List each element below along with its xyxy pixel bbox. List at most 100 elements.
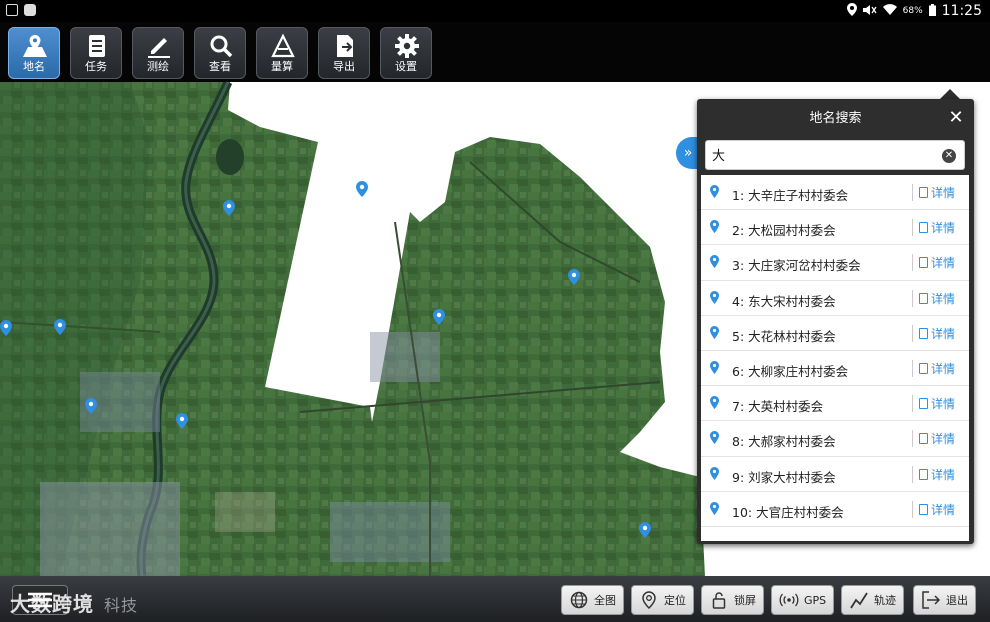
map-pin-icon[interactable] xyxy=(85,398,97,414)
search-input[interactable] xyxy=(710,146,934,163)
toolbar-place-name-button[interactable]: 地名 xyxy=(8,27,60,79)
wifi-icon xyxy=(882,4,897,18)
result-row[interactable]: 3: 大庄家河岔村村委会 详情 xyxy=(701,245,969,281)
location-pin-icon xyxy=(639,590,659,610)
detail-link[interactable]: 详情 xyxy=(919,430,955,447)
pin-icon xyxy=(710,290,719,304)
toolbar-view-button[interactable]: 查看 xyxy=(194,27,246,79)
document-icon xyxy=(919,187,928,198)
map-pin-icon[interactable] xyxy=(639,522,651,538)
result-row[interactable]: 5: 大花林村村委会 详情 xyxy=(701,316,969,351)
detail-label: 详情 xyxy=(931,221,956,236)
result-row[interactable]: 4: 东大宋村村委会 详情 xyxy=(701,281,969,316)
document-icon xyxy=(919,468,928,480)
track-icon xyxy=(849,590,869,610)
lock-screen-button[interactable]: 锁屏 xyxy=(701,585,764,615)
task-list-icon xyxy=(89,35,105,57)
toolbar-survey-button[interactable]: 测绘 xyxy=(132,27,184,79)
result-row[interactable]: 1: 大辛庄子村村委会 详情 xyxy=(701,175,969,211)
result-row[interactable]: 2: 大松园村村委会 详情 xyxy=(701,210,969,246)
divider xyxy=(912,395,913,413)
divider xyxy=(912,359,913,377)
result-row[interactable]: 9: 刘家大村村委会 详情 xyxy=(701,457,969,492)
toolbar-label: 查看 xyxy=(209,60,231,73)
result-name: 6: 大柳家庄村村委会 xyxy=(732,363,849,379)
toolbar-measure-button[interactable]: 量算 xyxy=(256,27,308,79)
detail-label: 详情 xyxy=(931,467,956,482)
pin-icon xyxy=(710,325,719,339)
map-app-icon xyxy=(24,4,36,16)
toolbar-export-button[interactable]: 导出 xyxy=(318,27,370,79)
toolbar-label: 测绘 xyxy=(147,60,169,73)
detail-link[interactable]: 详情 xyxy=(919,219,955,236)
exit-icon xyxy=(921,590,941,610)
result-name: 9: 刘家大村村委会 xyxy=(732,469,836,485)
toolbar-label: 导出 xyxy=(333,60,355,73)
pin-icon xyxy=(710,360,719,374)
bottom-bar: 全图 定位 锁屏 GPS 轨迹 退出 xyxy=(0,576,990,622)
map-pin-icon[interactable] xyxy=(433,309,445,325)
gps-signal-icon xyxy=(779,590,799,610)
map-pin-icon[interactable] xyxy=(356,181,368,197)
detail-link[interactable]: 详情 xyxy=(919,290,955,307)
result-name: 4: 东大宋村村委会 xyxy=(732,293,836,309)
toolbar-task-button[interactable]: 任务 xyxy=(70,27,122,79)
toolbar-label: 地名 xyxy=(23,60,45,73)
detail-link[interactable]: 详情 xyxy=(919,325,955,342)
result-name: 2: 大松园村村委会 xyxy=(732,223,836,239)
exit-button[interactable]: 退出 xyxy=(913,585,976,615)
toolbar-label: 设置 xyxy=(395,60,417,73)
map-pin-icon[interactable] xyxy=(54,319,66,335)
document-icon xyxy=(919,292,928,304)
close-icon[interactable]: ✕ xyxy=(948,109,964,127)
detail-link[interactable]: 详情 xyxy=(919,395,955,412)
clear-icon[interactable]: ✕ xyxy=(942,149,956,163)
divider xyxy=(912,500,913,518)
locate-button[interactable]: 定位 xyxy=(631,585,694,615)
watermark-tail: 科技 xyxy=(104,596,139,615)
map-pin-icon[interactable] xyxy=(0,320,12,336)
pin-icon xyxy=(710,431,719,445)
track-button[interactable]: 轨迹 xyxy=(841,585,904,615)
search-icon xyxy=(210,35,233,58)
result-name: 8: 大郝家村村委会 xyxy=(732,434,836,450)
detail-link[interactable]: 详情 xyxy=(919,360,955,377)
result-row[interactable]: 10: 大官庄村村委会 详情 xyxy=(701,492,969,527)
location-status-icon xyxy=(846,3,857,19)
divider xyxy=(912,254,913,272)
result-name: 5: 大花林村村委会 xyxy=(732,328,836,344)
detail-link[interactable]: 详情 xyxy=(919,501,955,518)
detail-label: 详情 xyxy=(931,256,956,271)
divider xyxy=(912,289,913,307)
lock-icon xyxy=(709,590,729,610)
result-row[interactable]: 8: 大郝家村村委会 详情 xyxy=(701,421,969,457)
battery-icon xyxy=(928,3,936,19)
detail-link[interactable]: 详情 xyxy=(919,466,955,483)
result-row[interactable]: 6: 大柳家庄村村委会 详情 xyxy=(701,351,969,387)
result-name: 3: 大庄家河岔村村委会 xyxy=(732,258,861,274)
gps-button[interactable]: GPS xyxy=(771,585,835,615)
divider xyxy=(912,324,913,342)
toolbar-settings-button[interactable]: 设置 xyxy=(380,27,432,79)
pin-icon xyxy=(710,220,719,234)
detail-link[interactable]: 详情 xyxy=(919,254,955,271)
detail-link[interactable]: 详情 xyxy=(919,184,955,201)
pin-icon xyxy=(710,466,719,480)
map-pin-icon[interactable] xyxy=(176,413,188,429)
bottom-button-label: 退出 xyxy=(946,594,968,607)
search-results-list[interactable]: 1: 大辛庄子村村委会 详情 2: 大松园村村委会 详情 3: 大庄家河岔村村委… xyxy=(701,175,969,541)
result-row[interactable]: 7: 大英村村委会 详情 xyxy=(701,386,969,422)
map-pin-icon[interactable] xyxy=(223,200,235,216)
detail-label: 详情 xyxy=(931,326,956,341)
bottom-button-label: 定位 xyxy=(664,594,686,607)
detail-label: 详情 xyxy=(931,291,956,306)
panel-title: 地名搜索 xyxy=(809,111,862,126)
detail-label: 详情 xyxy=(931,432,956,447)
detail-label: 详情 xyxy=(931,502,956,517)
bottom-button-label: 全图 xyxy=(594,594,616,607)
full-extent-button[interactable]: 全图 xyxy=(561,585,624,615)
map-pin-icon[interactable] xyxy=(568,269,580,285)
document-icon xyxy=(919,222,928,234)
search-field[interactable]: ✕ xyxy=(705,140,965,170)
toolbar-label: 任务 xyxy=(85,60,107,73)
